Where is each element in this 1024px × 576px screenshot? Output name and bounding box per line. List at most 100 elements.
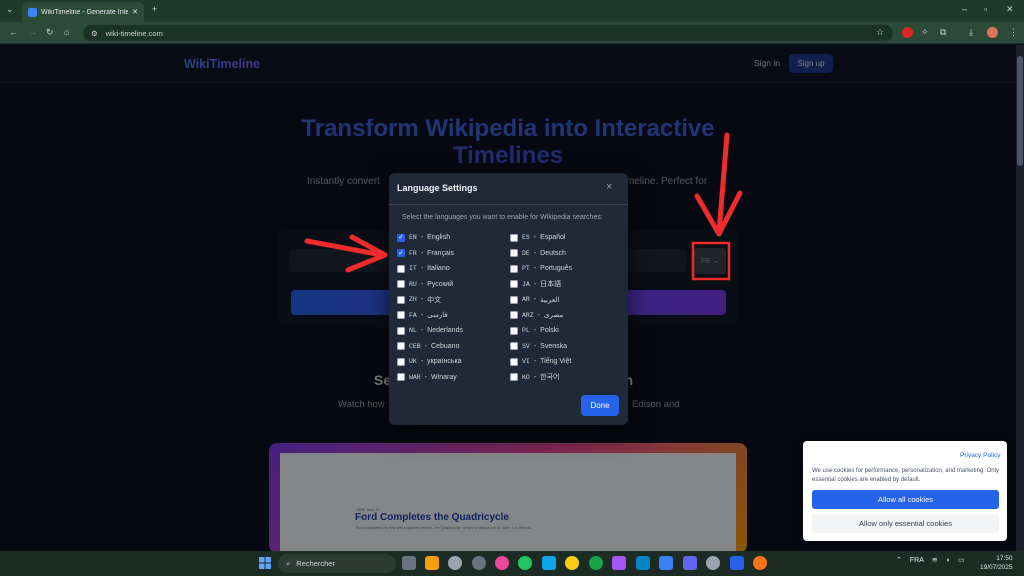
taskbar-search[interactable]: ⌕ Rechercher: [278, 554, 396, 573]
bookmark-star-icon[interactable]: ☆: [876, 28, 884, 37]
chrome-icon[interactable]: [565, 556, 579, 570]
taskbar-search-label: Rechercher: [296, 559, 335, 568]
modal-divider: [389, 204, 628, 205]
checkbox[interactable]: [510, 295, 518, 304]
language-option[interactable]: ✓ FR - Français: [397, 248, 454, 259]
language-option[interactable]: ES - Español: [510, 232, 565, 243]
language-code: FR: [409, 249, 417, 257]
language-option[interactable]: UK - українська: [397, 356, 462, 367]
tab-search-icon[interactable]: ⌄: [6, 5, 14, 14]
language-option[interactable]: CEB - Cebuano: [397, 341, 459, 352]
language-option[interactable]: ZH - 中文: [397, 294, 441, 305]
language-option[interactable]: ARZ - مصرى: [510, 310, 563, 321]
language-option[interactable]: DE - Deutsch: [510, 248, 566, 259]
language-option[interactable]: NL - Nederlands: [397, 325, 463, 336]
extensions-icon[interactable]: ⧉: [940, 28, 946, 37]
language-code: PL: [522, 327, 530, 334]
checkbox[interactable]: [397, 295, 405, 304]
checkbox[interactable]: [397, 326, 405, 335]
language-code: WAR: [409, 373, 421, 381]
close-icon[interactable]: ×: [606, 181, 612, 193]
checkbox-checked[interactable]: ✓: [397, 249, 405, 257]
reload-icon[interactable]: ↻: [46, 28, 54, 37]
teams-icon[interactable]: [683, 556, 697, 570]
wifi-icon[interactable]: ≋: [932, 556, 938, 564]
site-info-icon[interactable]: ⚙: [91, 29, 98, 38]
language-option[interactable]: JA - 日本語: [510, 279, 561, 290]
checkbox[interactable]: [397, 280, 405, 288]
checkbox[interactable]: [510, 233, 518, 242]
minimize-icon[interactable]: –: [962, 5, 967, 14]
checkbox[interactable]: [397, 311, 405, 319]
forward-icon[interactable]: →: [28, 28, 37, 37]
close-window-icon[interactable]: ✕: [1006, 5, 1014, 14]
language-option[interactable]: KO - 한국어: [510, 372, 559, 383]
language-name: Deutsch: [540, 249, 566, 257]
separator: -: [420, 296, 424, 303]
download-icon[interactable]: ⤓: [969, 28, 973, 37]
checkbox[interactable]: [510, 249, 518, 257]
url-field[interactable]: ⚙ wiki-timeline.com: [83, 25, 893, 41]
game-icon[interactable]: [612, 556, 626, 570]
task-view-icon[interactable]: [402, 556, 416, 570]
settings-icon[interactable]: [706, 556, 720, 570]
language-option[interactable]: PL - Polski: [510, 325, 559, 336]
battery-icon[interactable]: ▭: [958, 556, 965, 564]
menu-dots-icon[interactable]: ⋮: [1009, 28, 1018, 37]
volume-icon[interactable]: ◖: [946, 557, 950, 564]
new-tab-button[interactable]: +: [152, 5, 157, 14]
extension-puzzle-icon[interactable]: ✧: [921, 28, 929, 37]
chrome-active-icon[interactable]: [589, 556, 603, 570]
privacy-policy-link[interactable]: Privacy Policy: [960, 452, 1000, 459]
tab-close-icon[interactable]: ✕: [132, 8, 138, 16]
app-icon-2[interactable]: [472, 556, 486, 570]
language-option[interactable]: SV - Svenska: [510, 341, 567, 352]
checkbox[interactable]: [510, 326, 518, 335]
media-icon[interactable]: [495, 556, 509, 570]
checkbox[interactable]: [397, 342, 405, 350]
allow-essential-cookies-button[interactable]: Allow only essential cookies: [812, 514, 999, 533]
input-language[interactable]: FRA: [910, 557, 924, 564]
checkbox[interactable]: [397, 357, 405, 366]
home-icon[interactable]: ⌂: [64, 28, 69, 37]
browser-tab[interactable]: WikiTimeline - Generate Interac ✕: [22, 2, 144, 22]
language-option[interactable]: FA - فارسی: [397, 310, 448, 321]
checkbox[interactable]: [397, 373, 405, 381]
checkbox[interactable]: [510, 373, 518, 381]
language-option[interactable]: IT - Italiano: [397, 263, 450, 274]
photos-icon[interactable]: [542, 556, 556, 570]
checkbox[interactable]: [510, 311, 518, 319]
tray-chevron-icon[interactable]: ⌃: [896, 556, 902, 564]
done-button[interactable]: Done: [581, 395, 619, 416]
language-option[interactable]: RU - Русский: [397, 279, 453, 290]
xbox-icon[interactable]: [518, 556, 532, 570]
checkbox[interactable]: [510, 280, 518, 288]
extension-icon[interactable]: [902, 27, 913, 38]
language-option[interactable]: PT - Português: [510, 263, 572, 274]
file-explorer-icon[interactable]: [425, 556, 439, 570]
language-code: SV: [522, 342, 530, 350]
back-icon[interactable]: ←: [9, 28, 18, 37]
app-icon-4[interactable]: [659, 556, 673, 570]
firefox-icon[interactable]: [753, 556, 767, 570]
allow-all-cookies-button[interactable]: Allow all cookies: [812, 490, 999, 509]
clock[interactable]: 17:50 19/07/2025: [980, 554, 1013, 572]
language-code: UK: [409, 358, 417, 365]
windows-start-icon[interactable]: [259, 557, 271, 569]
app-icon-1[interactable]: [448, 556, 462, 570]
language-option[interactable]: ✓ EN - English: [397, 232, 450, 243]
language-option[interactable]: AR - العربية: [510, 294, 559, 305]
language-option[interactable]: VI - Tiếng Việt: [510, 356, 571, 367]
checkbox[interactable]: [510, 357, 518, 366]
scrollbar-thumb[interactable]: [1017, 56, 1023, 166]
checkbox[interactable]: [510, 342, 518, 350]
profile-avatar[interactable]: [987, 27, 998, 38]
checkbox[interactable]: [510, 264, 518, 273]
maximize-icon[interactable]: ▫: [984, 5, 987, 14]
app-icon-3[interactable]: [636, 556, 650, 570]
language-option[interactable]: WAR - Winaray: [397, 372, 457, 383]
word-icon[interactable]: [730, 556, 744, 570]
checkbox-checked[interactable]: ✓: [397, 233, 405, 242]
separator: -: [533, 342, 537, 350]
checkbox[interactable]: [397, 264, 405, 273]
